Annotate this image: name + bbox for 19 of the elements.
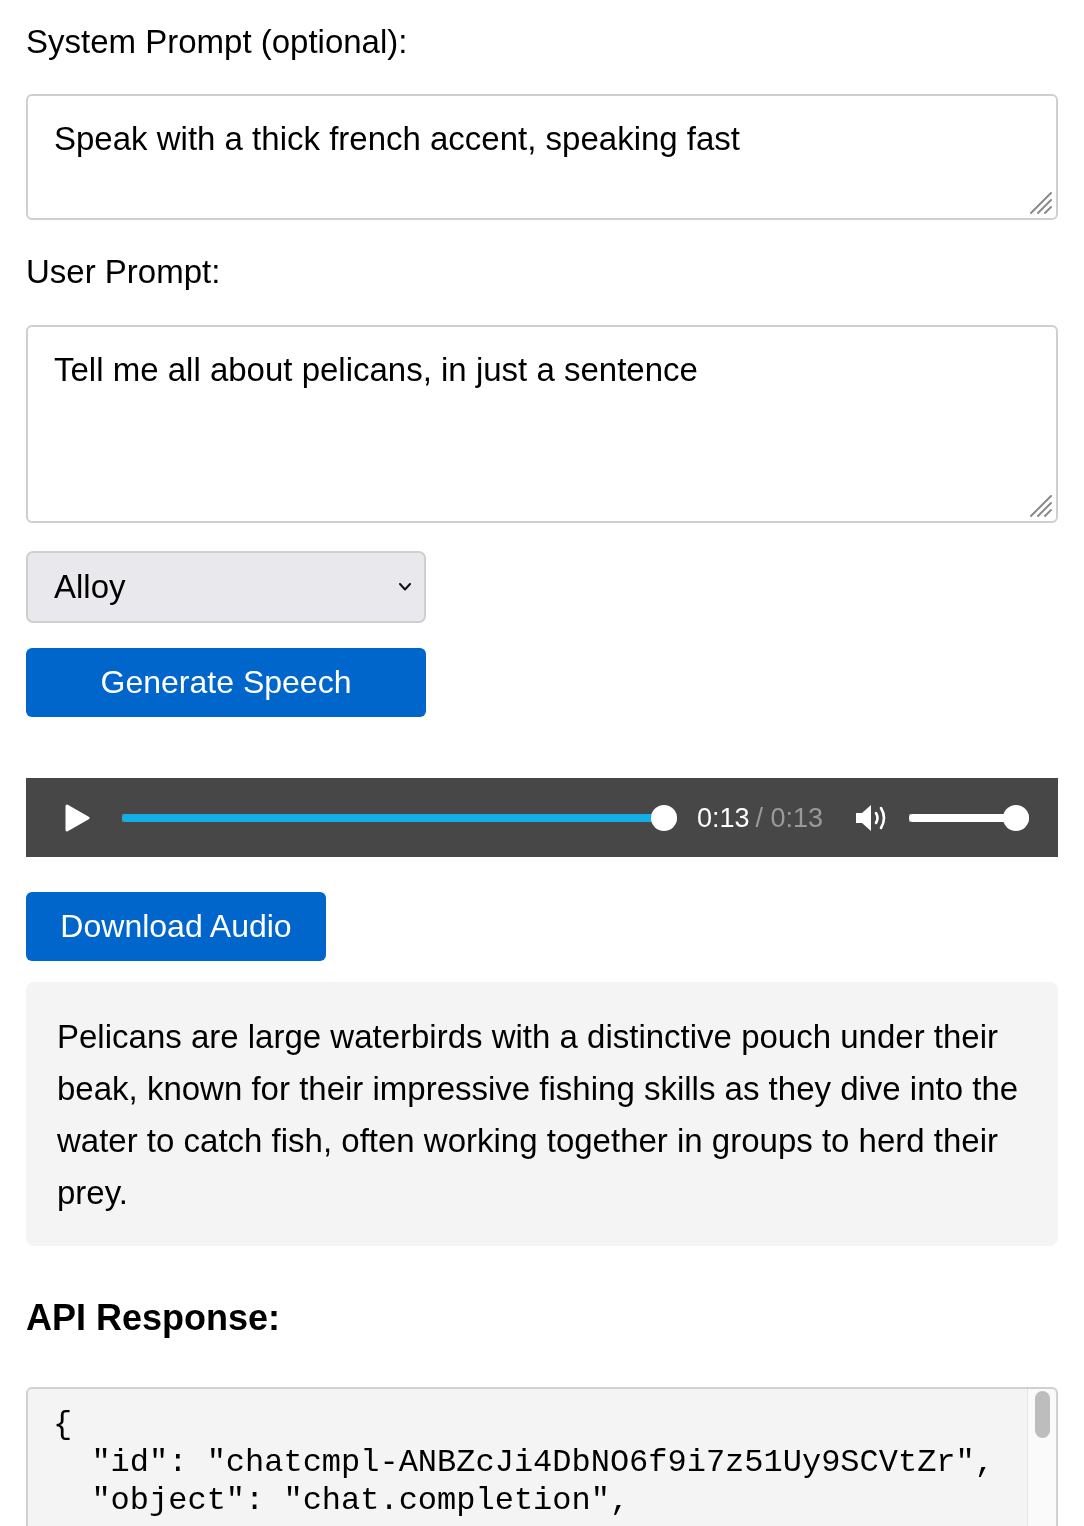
volume-thumb[interactable] — [1003, 804, 1030, 831]
section-heading: API Response: — [26, 1296, 281, 1339]
voice-select[interactable]: Alloy — [26, 551, 426, 623]
elapsed-time: 0:13 — [697, 802, 750, 833]
chevron-down-icon — [399, 583, 411, 591]
json-code: { "id": "chatcmpl-ANBZcJi4DbNO6f9i7z51Uy9SCVtZr", "object": "chat.completion", — [52, 1405, 995, 1520]
total-time: / 0:13 — [755, 802, 824, 833]
scrollbar-thumb[interactable] — [1034, 1391, 1050, 1438]
play-icon[interactable] — [64, 803, 90, 832]
generate-speech-button[interactable]: Generate Speech — [26, 648, 426, 717]
download-audio-button[interactable]: Download Audio — [26, 892, 326, 961]
resize-handle-icon[interactable] — [1029, 191, 1053, 215]
system-prompt-field[interactable]: Speak with a thick french accent, speaking fast — [26, 94, 1058, 220]
seek-thumb[interactable] — [651, 804, 677, 831]
user-prompt-label: User Prompt: — [26, 253, 221, 291]
response-text: Pelicans are large waterbirds with a distinctive pouch under their beak, known for their impressive fishing skills as they dive into the water to catch fish, often working together in groups to herd their prey. — [57, 1017, 1020, 1213]
system-prompt-label: System Prompt (optional): — [26, 23, 408, 61]
user-prompt-field[interactable]: Tell me all about pelicans, in just a sentence — [26, 325, 1058, 523]
resize-handle-icon[interactable] — [1029, 494, 1053, 518]
